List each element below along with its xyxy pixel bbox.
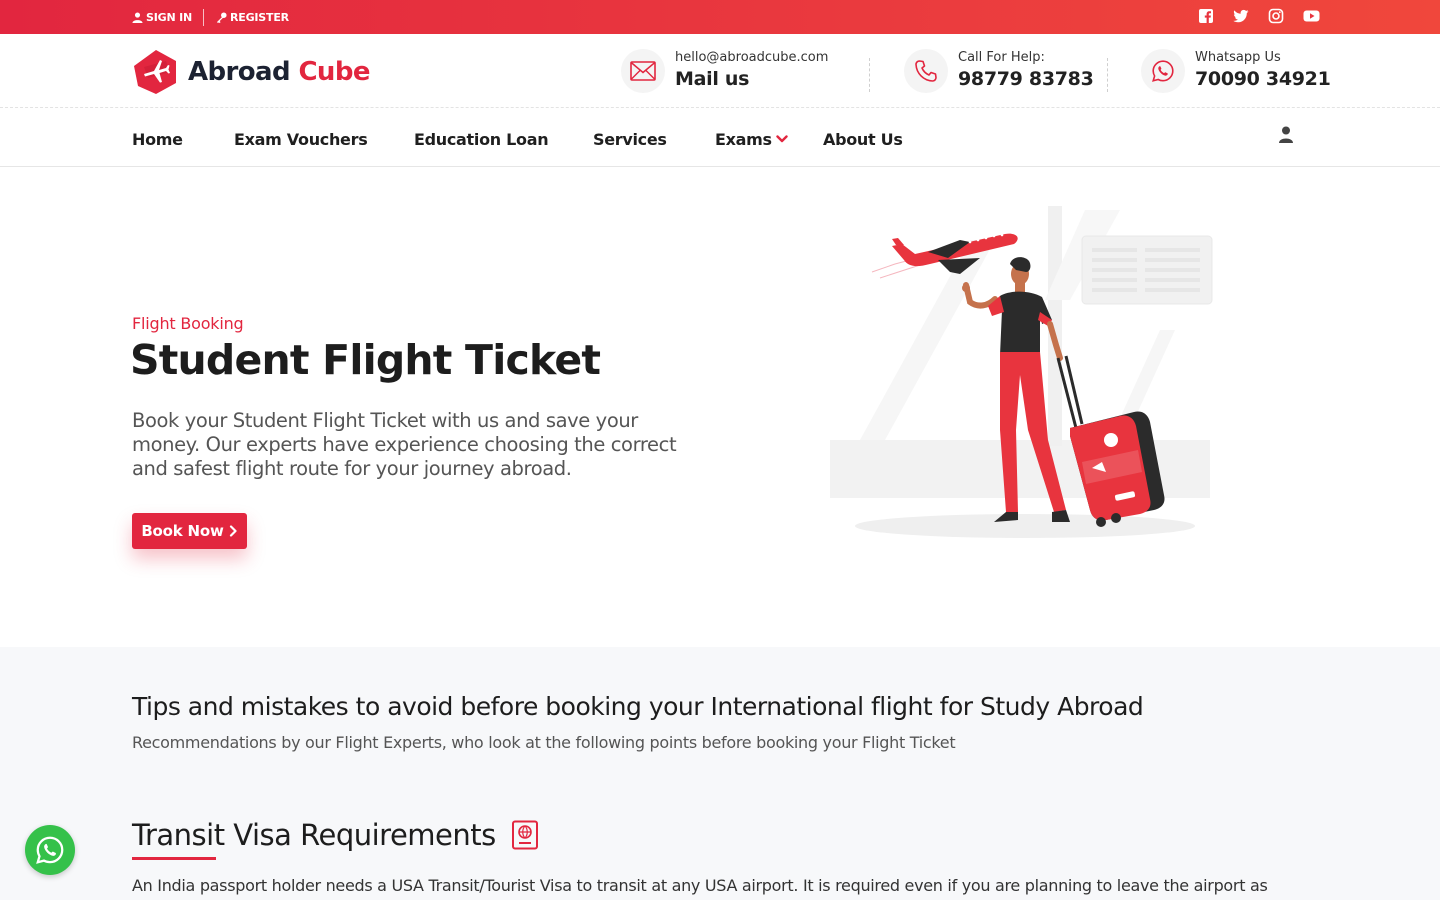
- whatsapp-icon: [1152, 60, 1174, 82]
- call-number[interactable]: 98779 83783: [958, 66, 1094, 92]
- whatsapp-icon: [36, 836, 64, 864]
- whatsapp-label: Whatsapp Us: [1195, 50, 1281, 65]
- twitter-icon[interactable]: [1233, 8, 1249, 24]
- mail-icon-circle: [621, 49, 665, 93]
- hero-description: Book your Student Flight Ticket with us …: [132, 409, 677, 480]
- hero-title: Student Flight Ticket: [130, 336, 601, 384]
- register-label: REGISTER: [229, 10, 289, 24]
- register-link[interactable]: REGISTER: [216, 11, 289, 24]
- contact-divider: [869, 58, 870, 92]
- site-header: Abroad Cube hello@abroadcube.com Mail us…: [0, 34, 1440, 108]
- tips-title: Tips and mistakes to avoid before bookin…: [132, 692, 1144, 721]
- nav-item-home[interactable]: Home: [132, 130, 183, 149]
- mail-address[interactable]: hello@abroadcube.com: [675, 50, 828, 66]
- sign-in-label: SIGN IN: [146, 10, 192, 24]
- auth-separator: [202, 8, 204, 26]
- chevron-right-icon: [229, 525, 237, 537]
- whatsapp-contact[interactable]: Whatsapp Us 70090 34921: [1141, 49, 1331, 93]
- top-bar: SIGN IN REGISTER: [0, 0, 1440, 34]
- brand-logo[interactable]: Abroad Cube: [132, 48, 370, 96]
- visa-section-title: Transit Visa Requirements: [132, 818, 496, 852]
- mail-icon: [630, 61, 656, 81]
- brand-name-part2: Cube: [298, 57, 370, 87]
- visa-description: An India passport holder needs a USA Tra…: [132, 876, 1268, 895]
- chevron-down-icon[interactable]: [776, 134, 788, 144]
- whatsapp-number[interactable]: 70090 34921: [1195, 66, 1331, 92]
- passport-icon: [512, 820, 538, 850]
- auth-links: SIGN IN REGISTER: [132, 0, 289, 34]
- account-icon[interactable]: [1278, 126, 1294, 143]
- book-now-button[interactable]: Book Now: [132, 513, 247, 549]
- nav-item-exams[interactable]: Exams: [715, 130, 772, 149]
- whatsapp-float-button[interactable]: [25, 825, 75, 875]
- nav-item-about-us[interactable]: About Us: [823, 130, 903, 149]
- tips-subtitle: Recommendations by our Flight Experts, w…: [132, 733, 956, 752]
- nav-item-services[interactable]: Services: [593, 130, 667, 149]
- nav-item-exam-vouchers[interactable]: Exam Vouchers: [234, 130, 368, 149]
- social-links: [1198, 8, 1320, 24]
- mail-contact[interactable]: hello@abroadcube.com Mail us: [621, 49, 828, 93]
- tips-section: [0, 647, 1440, 900]
- student-airport-illustration: [830, 206, 1213, 538]
- sign-in-link[interactable]: SIGN IN: [132, 11, 192, 24]
- facebook-icon[interactable]: [1198, 8, 1214, 24]
- visa-title-underline: [132, 857, 216, 860]
- mail-label: Mail us: [675, 68, 750, 90]
- whatsapp-icon-circle: [1141, 49, 1185, 93]
- contact-divider: [1107, 58, 1108, 92]
- book-now-label: Book Now: [141, 522, 224, 540]
- phone-icon: [915, 60, 937, 82]
- phone-icon-circle: [904, 49, 948, 93]
- main-nav: Home Exam Vouchers Education Loan Servic…: [0, 108, 1440, 167]
- instagram-icon[interactable]: [1268, 8, 1284, 24]
- call-label: Call For Help:: [958, 50, 1045, 65]
- key-icon: [216, 11, 227, 23]
- hero-eyebrow: Flight Booking: [132, 314, 244, 333]
- youtube-icon[interactable]: [1303, 8, 1320, 24]
- call-contact[interactable]: Call For Help: 98779 83783: [904, 49, 1094, 93]
- brand-name: Abroad Cube: [188, 57, 370, 87]
- user-icon: [132, 11, 143, 23]
- logo-mark-icon: [134, 50, 176, 94]
- brand-name-part1: Abroad: [188, 57, 291, 87]
- nav-item-education-loan[interactable]: Education Loan: [414, 130, 549, 149]
